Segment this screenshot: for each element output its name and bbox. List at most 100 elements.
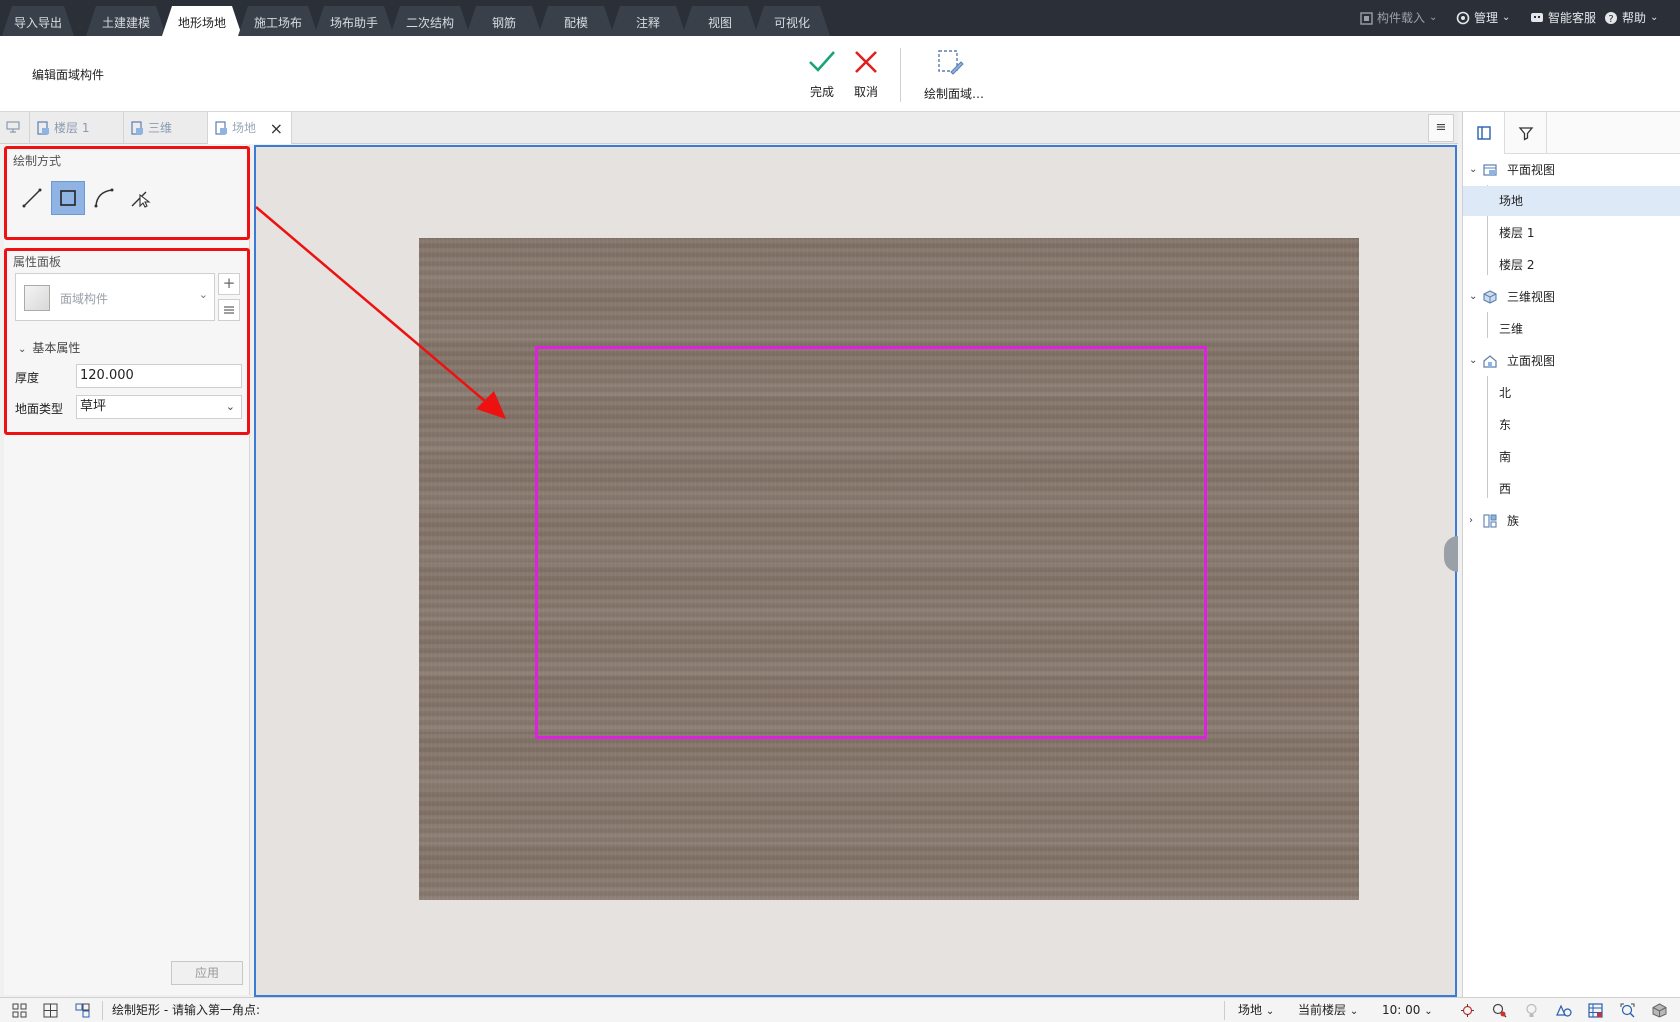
pick-tool-button[interactable] bbox=[123, 181, 157, 215]
basic-props-header[interactable]: ⌄ 基本属性 bbox=[18, 339, 80, 356]
filter-button[interactable] bbox=[1505, 112, 1547, 154]
tab-formwork[interactable]: 配模 bbox=[538, 6, 614, 36]
chevron-down-icon: ⌄ bbox=[1469, 291, 1478, 302]
table-grid-icon[interactable] bbox=[1588, 1003, 1603, 1018]
snap-settings-icon[interactable] bbox=[1460, 1003, 1475, 1018]
tab-terrain-site[interactable]: 地形场地 bbox=[162, 6, 242, 36]
gear-icon bbox=[1456, 11, 1470, 25]
chevron-down-icon: ⌄ bbox=[225, 400, 235, 413]
draw-area-icon bbox=[938, 50, 964, 75]
display-settings-icon[interactable] bbox=[1556, 1003, 1572, 1018]
current-floor-label: 当前楼层 bbox=[1298, 1003, 1347, 1017]
edit-component-button[interactable] bbox=[218, 299, 240, 321]
arc-tool-icon bbox=[94, 188, 114, 208]
panel-collapse-handle[interactable] bbox=[1444, 536, 1458, 572]
tree-item-north[interactable]: 北 bbox=[1463, 378, 1680, 408]
line-tool-button[interactable] bbox=[15, 181, 49, 215]
apply-button[interactable]: 应用 bbox=[171, 961, 243, 985]
service-menu[interactable]: 智能客服 bbox=[1530, 0, 1596, 36]
doc-tab-floor1[interactable]: 楼层 1 bbox=[30, 112, 124, 144]
draw-area-button[interactable]: 绘制面域… bbox=[924, 48, 984, 102]
doc-tab-3d[interactable]: 三维 bbox=[124, 112, 208, 144]
zoom-fit-icon[interactable] bbox=[1620, 1003, 1635, 1018]
tab-civil-modeling[interactable]: 土建建模 bbox=[86, 6, 166, 36]
finish-label: 完成 bbox=[809, 85, 834, 99]
project-browser-header bbox=[1463, 112, 1680, 154]
rectangle-tool-button[interactable] bbox=[51, 181, 85, 215]
tab-view[interactable]: 视图 bbox=[682, 6, 758, 36]
doc-menu-button[interactable]: ≡ bbox=[1428, 114, 1454, 142]
manage-menu[interactable]: 管理 ⌄ bbox=[1456, 0, 1510, 36]
tab-rebar[interactable]: 钢筋 bbox=[466, 6, 542, 36]
status-message: 绘制矩形 - 请输入第一角点: bbox=[112, 1003, 261, 1017]
tab-secondary-structure[interactable]: 二次结构 bbox=[390, 6, 470, 36]
status-bar: 绘制矩形 - 请输入第一角点: 场地 ⌄ 当前楼层 ⌄ 10: 00 ⌄ bbox=[0, 997, 1680, 1022]
lightbulb-icon[interactable] bbox=[1524, 1003, 1539, 1018]
component-load-icon bbox=[1360, 11, 1373, 25]
tree-item-east[interactable]: 东 bbox=[1463, 410, 1680, 440]
tree-item-site[interactable]: 场地 bbox=[1463, 186, 1680, 216]
tree-node-family[interactable]: › 族 bbox=[1463, 506, 1680, 536]
tree-label: 北 bbox=[1499, 386, 1512, 400]
chevron-down-icon: ⌄ bbox=[1469, 355, 1478, 366]
ribbon: 编辑面域构件 完成 取消 绘制面域… bbox=[0, 36, 1680, 112]
tree-item-south[interactable]: 南 bbox=[1463, 442, 1680, 472]
browser-view-button[interactable] bbox=[1463, 112, 1505, 154]
arc-tool-button[interactable] bbox=[87, 181, 121, 215]
annotation-arrow bbox=[255, 206, 506, 419]
project-browser: ⌄ 平面视图 场地 楼层 1 楼层 2 ⌄ 三维视图 三维 ⌄ 立面视图 北 东… bbox=[1462, 112, 1680, 997]
tree-item-west[interactable]: 西 bbox=[1463, 474, 1680, 504]
tab-import-export[interactable]: 导入导出 bbox=[2, 6, 74, 36]
list-icon bbox=[224, 306, 234, 314]
tree-node-plan-view[interactable]: ⌄ 平面视图 bbox=[1463, 155, 1680, 185]
chevron-down-icon: ⌄ bbox=[1424, 1006, 1433, 1017]
chevron-right-icon: › bbox=[1469, 515, 1473, 526]
help-menu[interactable]: ? 帮助 ⌄ bbox=[1604, 0, 1658, 36]
tab-layout-assistant[interactable]: 场布助手 bbox=[314, 6, 394, 36]
rectangle-tool-icon bbox=[60, 190, 76, 206]
component-load-menu[interactable]: 构件载入 ⌄ bbox=[1360, 0, 1437, 36]
cancel-label: 取消 bbox=[853, 85, 878, 99]
tree-node-elevation-view[interactable]: ⌄ 立面视图 bbox=[1463, 346, 1680, 376]
cube-icon bbox=[1483, 290, 1497, 304]
ground-type-select[interactable]: 草坪 ⌄ bbox=[76, 395, 242, 419]
thickness-input[interactable]: 120.000 bbox=[76, 364, 242, 388]
window-arrange-icon[interactable] bbox=[75, 1003, 90, 1018]
doc-tab-label: 场地 bbox=[232, 121, 257, 135]
chevron-down-icon: ⌄ bbox=[198, 288, 208, 301]
cancel-button[interactable]: 取消 bbox=[842, 48, 890, 100]
component-type-select[interactable]: 面域构件 ⌄ bbox=[15, 273, 215, 321]
tree-item-floor2[interactable]: 楼层 2 bbox=[1463, 250, 1680, 280]
tab-visualization[interactable]: 可视化 bbox=[754, 6, 830, 36]
site-selector[interactable]: 场地 ⌄ bbox=[1238, 998, 1274, 1022]
scale-selector[interactable]: 10: 00 ⌄ bbox=[1382, 998, 1433, 1022]
status-separator bbox=[102, 1001, 103, 1020]
add-component-button[interactable]: + bbox=[218, 273, 240, 295]
chevron-down-icon: ⌄ bbox=[18, 344, 27, 355]
tab-annotation[interactable]: 注释 bbox=[610, 6, 686, 36]
status-separator bbox=[1224, 1001, 1225, 1020]
filter-icon bbox=[1518, 127, 1533, 141]
doc-tab-site[interactable]: 场地 × bbox=[208, 112, 292, 144]
plan-view-icon bbox=[215, 121, 227, 135]
chevron-down-icon: ⌄ bbox=[1429, 12, 1438, 23]
thickness-label: 厚度 bbox=[15, 371, 40, 385]
grid-view-icon[interactable] bbox=[12, 1003, 27, 1018]
floor-selector[interactable]: 当前楼层 ⌄ bbox=[1298, 998, 1358, 1022]
close-icon[interactable]: × bbox=[270, 113, 283, 145]
panel-icon bbox=[1476, 126, 1491, 140]
doc-tab-label: 楼层 1 bbox=[54, 121, 90, 135]
tree-node-3d-view[interactable]: ⌄ 三维视图 bbox=[1463, 282, 1680, 312]
finish-button[interactable]: 完成 bbox=[798, 48, 846, 100]
help-icon: ? bbox=[1605, 12, 1617, 25]
tile-view-icon[interactable] bbox=[43, 1003, 58, 1018]
tab-list-button[interactable] bbox=[0, 112, 30, 144]
tree-item-floor1[interactable]: 楼层 1 bbox=[1463, 218, 1680, 248]
tree-label: 西 bbox=[1499, 482, 1512, 496]
search-off-icon[interactable] bbox=[1492, 1003, 1507, 1018]
tree-item-3d[interactable]: 三维 bbox=[1463, 314, 1680, 344]
3d-box-icon[interactable] bbox=[1652, 1003, 1667, 1018]
ribbon-title: 编辑面域构件 bbox=[32, 68, 105, 82]
tab-construction-layout[interactable]: 施工场布 bbox=[238, 6, 318, 36]
left-panel: 绘制方式 属性面板 面域构件 ⌄ + ⌄ 基本属性 厚度 120.000 地面类型… bbox=[4, 145, 250, 995]
